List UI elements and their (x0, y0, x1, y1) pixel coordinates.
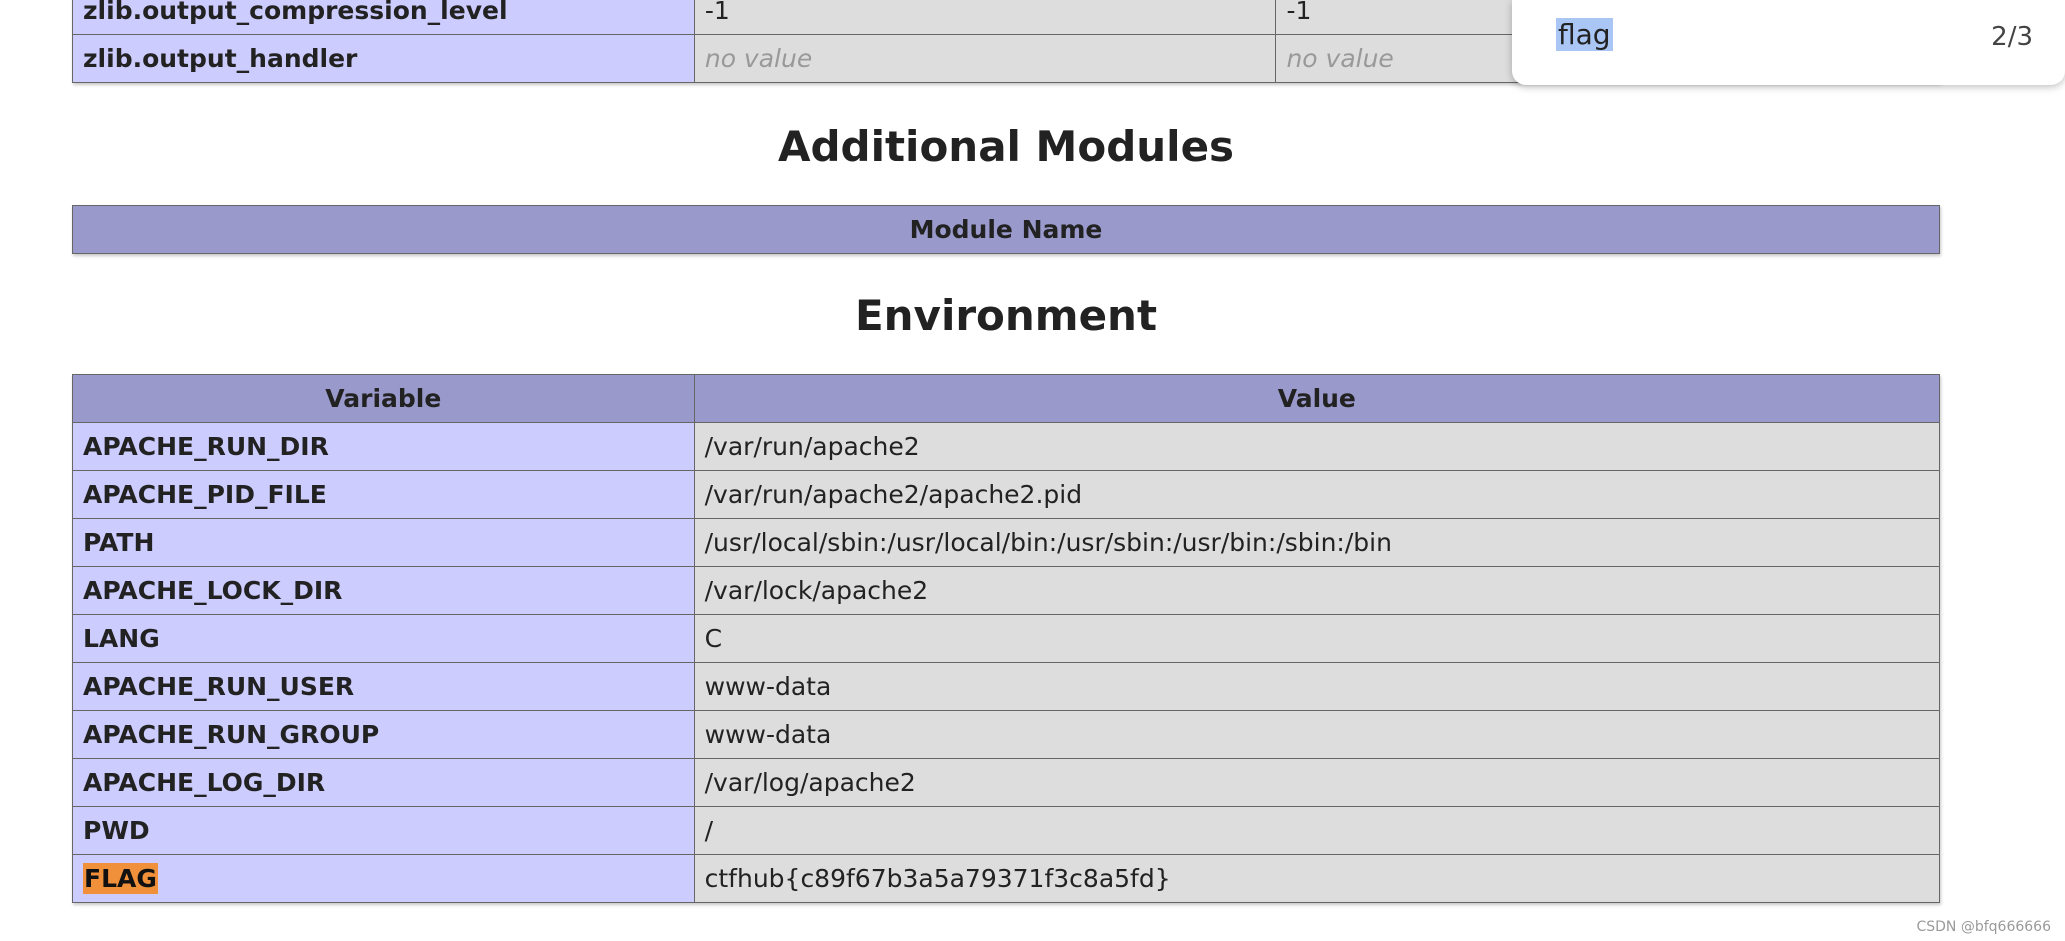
env-variable-name: APACHE_RUN_USER (72, 662, 695, 711)
local-value: -1 (693, 0, 1277, 35)
no-value-text: no value (704, 44, 813, 73)
module-name-header: Module Name (72, 205, 1940, 254)
table-header-row: Variable Value (72, 374, 1941, 423)
variable-column-header: Variable (72, 374, 695, 423)
env-variable-name: PATH (72, 518, 695, 567)
table-row: PWD / (72, 806, 1941, 855)
env-variable-value: ctfhub{c89f67b3a5a79371f3c8a5fd} (693, 854, 1941, 903)
table-row: APACHE_RUN_DIR/var/run/apache2 (72, 422, 1941, 471)
find-match-highlight: FLAG (83, 863, 158, 894)
env-variable-value: /var/run/apache2/apache2.pid (693, 470, 1941, 519)
value-column-header: Value (693, 374, 1941, 423)
find-in-page-bar: flag 2/3 (1512, 0, 2065, 85)
find-input[interactable]: flag (1556, 18, 1936, 58)
table-row: APACHE_PID_FILE/var/run/apache2/apache2.… (72, 470, 1941, 519)
env-variable-value: /var/run/apache2 (693, 422, 1941, 471)
directive-name: zlib.output_compression_level (72, 0, 695, 35)
find-query-text: flag (1556, 18, 1613, 51)
env-variable-value: / (693, 806, 1941, 855)
no-value-text: no value (1286, 44, 1394, 73)
env-variable-value: /usr/local/sbin:/usr/local/bin:/usr/sbin… (693, 518, 1941, 567)
env-variable-value: /var/lock/apache2 (693, 566, 1941, 615)
env-variable-name: APACHE_LOG_DIR (72, 758, 695, 807)
table-row: LANG C (72, 614, 1941, 663)
table-row: APACHE_RUN_GROUP www-data (72, 710, 1941, 759)
env-variable-name: PWD (72, 806, 695, 855)
table-row: FLAG ctfhub{c89f67b3a5a79371f3c8a5fd} (72, 854, 1941, 903)
env-variable-name: FLAG (72, 854, 695, 903)
env-variable-name: APACHE_PID_FILE (72, 470, 695, 519)
table-row: APACHE_RUN_USER www-data (72, 662, 1941, 711)
table-header-row: Module Name (72, 205, 1940, 254)
local-value: no value (693, 34, 1277, 83)
env-variable-value: www-data (693, 662, 1941, 711)
find-match-count: 2/3 (1991, 22, 2033, 52)
environment-heading: Environment (854, 291, 1158, 340)
env-variable-name: LANG (72, 614, 695, 663)
directive-name: zlib.output_handler (72, 34, 695, 83)
environment-rows: APACHE_RUN_DIR/var/run/apache2 APACHE_PID… (72, 422, 1941, 903)
table-row: APACHE_LOCK_DIR/var/lock/apache2 (72, 566, 1941, 615)
env-variable-value: www-data (693, 710, 1941, 759)
watermark: CSDN @bfq666666 (1916, 919, 2051, 935)
additional-modules-heading: Additional Modules (777, 122, 1235, 171)
additional-modules-table: Module Name (72, 205, 1940, 254)
env-variable-value: /var/log/apache2 (693, 758, 1941, 807)
table-row: APACHE_LOG_DIR/var/log/apache2 (72, 758, 1941, 807)
env-variable-name: APACHE_LOCK_DIR (72, 566, 695, 615)
environment-table: Variable Value APACHE_RUN_DIR/var/run/ap… (72, 374, 1941, 903)
env-variable-value: C (693, 614, 1941, 663)
table-row: PATH/usr/local/sbin:/usr/local/bin:/usr/… (72, 518, 1941, 567)
env-variable-name: APACHE_RUN_GROUP (72, 710, 695, 759)
env-variable-name: APACHE_RUN_DIR (72, 422, 695, 471)
